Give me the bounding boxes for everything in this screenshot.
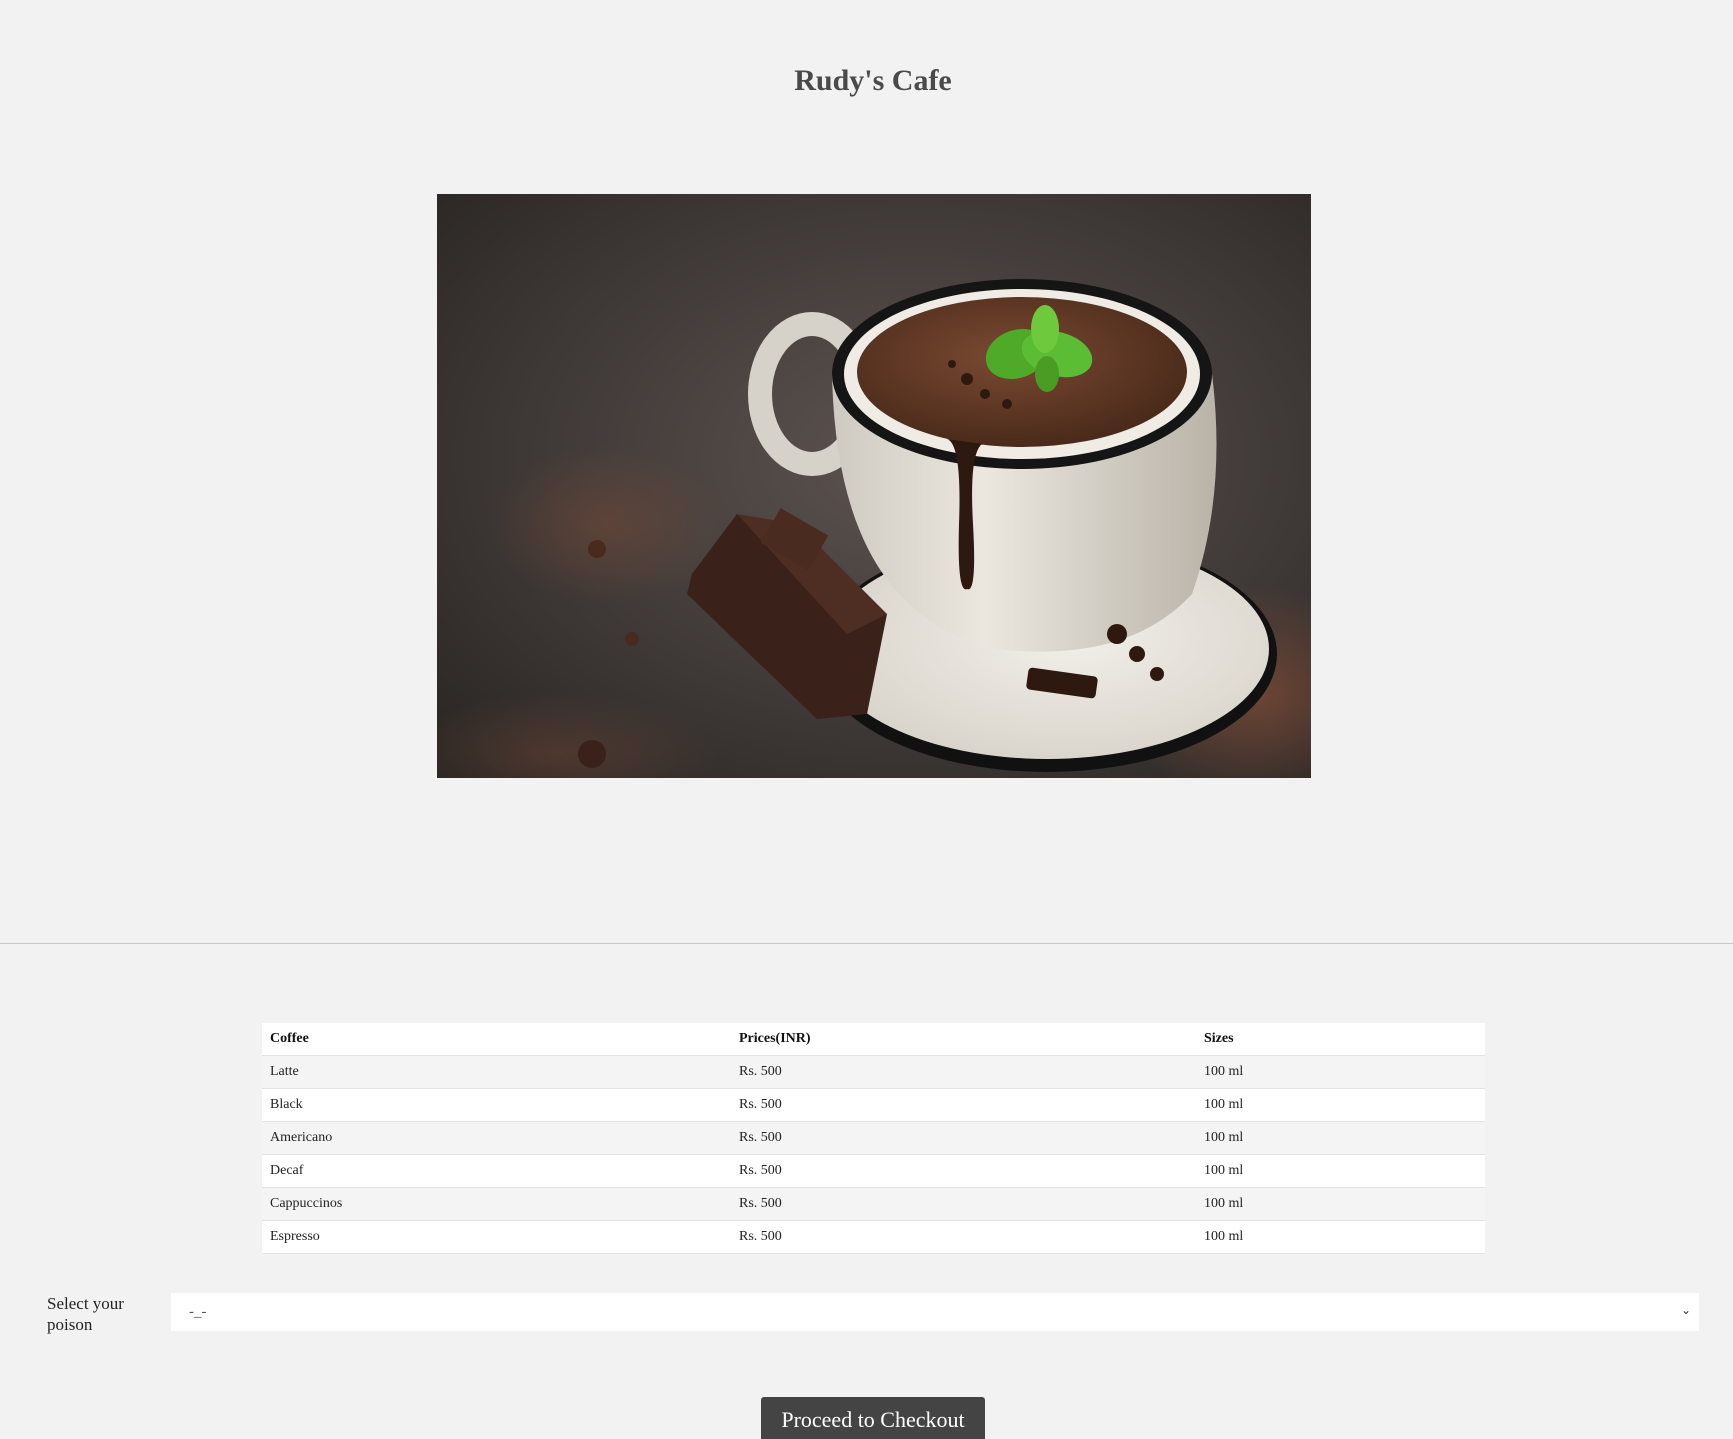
coffee-name: Cappuccinos [262,1187,731,1221]
coffee-size: 100 ml [1196,1220,1485,1254]
select-poison-label: Select your poison [47,1294,124,1334]
coffee-size: 100 ml [1196,1055,1485,1089]
coffee-name: Latte [262,1055,731,1089]
proceed-to-checkout-button[interactable]: Proceed to Checkout [761,1397,985,1439]
hero-image [437,194,1311,778]
table-row: Cappuccinos Rs. 500 100 ml [262,1187,1485,1221]
menu-table: Coffee Prices(INR) Sizes Latte Rs. 500 1… [262,1023,1485,1254]
column-header-price: Prices(INR) [731,1023,1196,1056]
hot-chocolate-illustration [437,194,1311,778]
coffee-name: Black [262,1088,731,1122]
coffee-size: 100 ml [1196,1187,1485,1221]
coffee-price: Rs. 500 [731,1055,1196,1089]
table-row: Americano Rs. 500 100 ml [262,1121,1485,1155]
coffee-size: 100 ml [1196,1088,1485,1122]
coffee-name: Espresso [262,1220,731,1254]
table-row: Decaf Rs. 500 100 ml [262,1154,1485,1188]
coffee-price: Rs. 500 [731,1154,1196,1188]
coffee-name: Decaf [262,1154,731,1188]
table-row: Latte Rs. 500 100 ml [262,1055,1485,1089]
column-header-size: Sizes [1196,1023,1485,1056]
coffee-size: 100 ml [1196,1154,1485,1188]
column-header-coffee: Coffee [262,1023,731,1056]
coffee-price: Rs. 500 [731,1220,1196,1254]
select-poison-dropdown[interactable]: -_- [171,1293,1699,1331]
select-poison-wrapper[interactable]: -_- ⌄ [171,1293,1699,1331]
page-title: Rudy's Cafe [794,64,952,97]
table-header-row: Coffee Prices(INR) Sizes [262,1023,1485,1056]
coffee-price: Rs. 500 [731,1088,1196,1122]
table-row: Espresso Rs. 500 100 ml [262,1220,1485,1254]
page: Rudy's Cafe Coffee Prices(INR) Sizes Lat… [0,0,1733,1439]
section-divider [0,943,1733,944]
table-row: Black Rs. 500 100 ml [262,1088,1485,1122]
coffee-name: Americano [262,1121,731,1155]
coffee-price: Rs. 500 [731,1121,1196,1155]
coffee-price: Rs. 500 [731,1187,1196,1221]
coffee-size: 100 ml [1196,1121,1485,1155]
